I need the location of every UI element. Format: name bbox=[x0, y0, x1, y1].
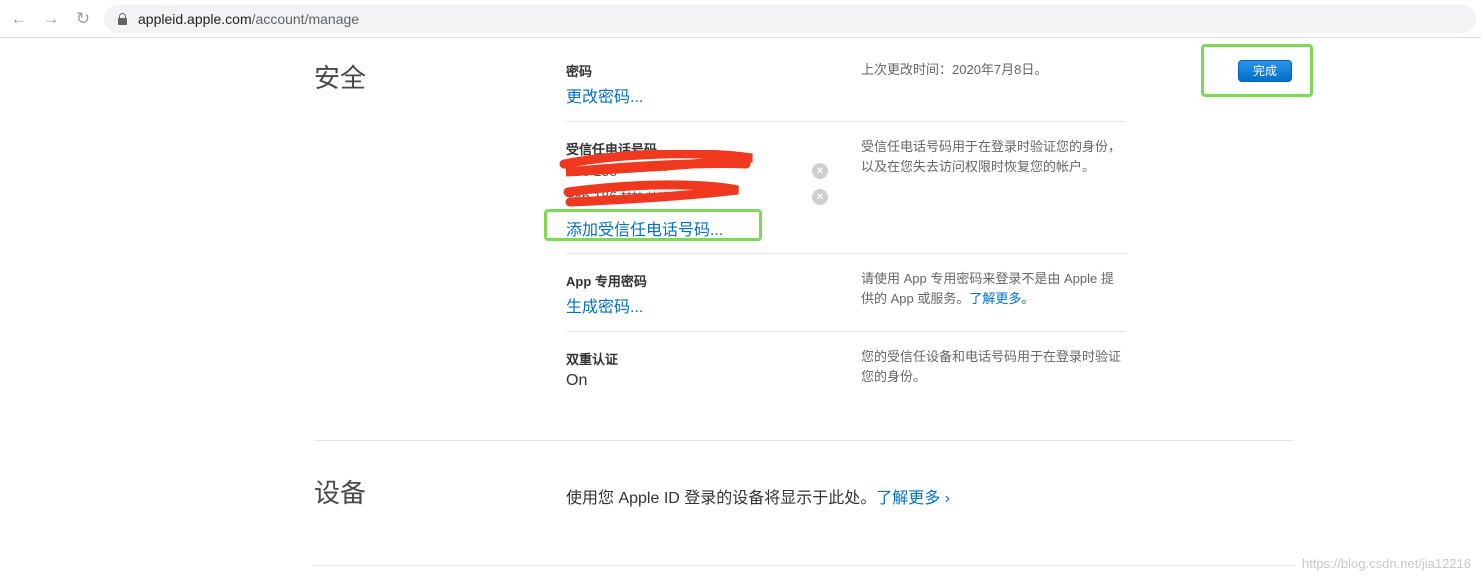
remove-phone-2-icon[interactable]: × bbox=[812, 189, 828, 205]
arrow-right-icon[interactable]: → bbox=[41, 9, 61, 29]
app-password-description: 请使用 App 专用密码来登录不是由 Apple 提供的 App 或服务。了解更… bbox=[861, 269, 1126, 309]
devices-info-text: 使用您 Apple ID 登录的设备将显示于此处。 bbox=[566, 490, 877, 507]
app-password-label: App 专用密码 bbox=[566, 274, 647, 289]
two-factor-status: On bbox=[566, 372, 588, 389]
url-host: appleid.apple.com bbox=[138, 11, 252, 27]
add-trusted-phone-link[interactable]: 添加受信任电话号码... bbox=[566, 216, 723, 240]
chevron-right-icon: › bbox=[944, 490, 951, 507]
lock-icon bbox=[118, 13, 127, 25]
devices-info: 使用您 Apple ID 登录的设备将显示于此处。了解更多 › bbox=[566, 484, 950, 508]
password-last-changed: 上次更改时间：2020年7月8日。 bbox=[861, 62, 1048, 77]
two-factor-label: 双重认证 bbox=[566, 352, 619, 367]
arrow-left-icon[interactable]: ← bbox=[9, 9, 29, 29]
divider bbox=[566, 253, 1126, 254]
trusted-phone-label: 受信任电话号码 bbox=[566, 142, 658, 157]
address-bar[interactable]: appleid.apple.com/account/manage bbox=[104, 5, 1476, 33]
trusted-phone-number-1: +86 138 **** **** bbox=[566, 163, 669, 179]
section-divider bbox=[314, 440, 1294, 441]
url-text[interactable]: appleid.apple.com/account/manage bbox=[138, 11, 359, 27]
divider bbox=[566, 121, 1126, 122]
security-section-title: 安全 bbox=[314, 63, 367, 93]
browser-toolbar: ← → ↻ appleid.apple.com/account/manage bbox=[0, 0, 1481, 38]
password-label: 密码 bbox=[566, 64, 593, 79]
learn-more-link[interactable]: 了解更多。 bbox=[969, 291, 1034, 306]
divider bbox=[566, 331, 1126, 332]
reload-icon[interactable]: ↻ bbox=[73, 9, 93, 29]
devices-section-title: 设备 bbox=[314, 478, 367, 508]
trusted-phone-description: 受信任电话号码用于在登录时验证您的身份，以及在您失去访问权限时恢复您的帐户。 bbox=[861, 139, 1122, 174]
remove-phone-1-icon[interactable]: × bbox=[812, 163, 828, 179]
url-path: /account/manage bbox=[251, 11, 360, 27]
watermark: https://blog.csdn.net/jia12216 bbox=[1301, 556, 1471, 571]
change-password-link[interactable]: 更改密码... bbox=[566, 83, 643, 107]
done-button[interactable]: 完成 bbox=[1238, 60, 1292, 82]
devices-learn-more-label: 了解更多 bbox=[876, 490, 941, 507]
two-factor-description: 您的受信任设备和电话号码用于在登录时验证您的身份。 bbox=[861, 349, 1122, 384]
generate-password-link[interactable]: 生成密码... bbox=[566, 293, 643, 317]
section-divider bbox=[314, 565, 1294, 566]
devices-learn-more-link[interactable]: 了解更多 › bbox=[876, 490, 950, 507]
trusted-phone-number-2: +86 186 **** **** bbox=[566, 188, 669, 204]
